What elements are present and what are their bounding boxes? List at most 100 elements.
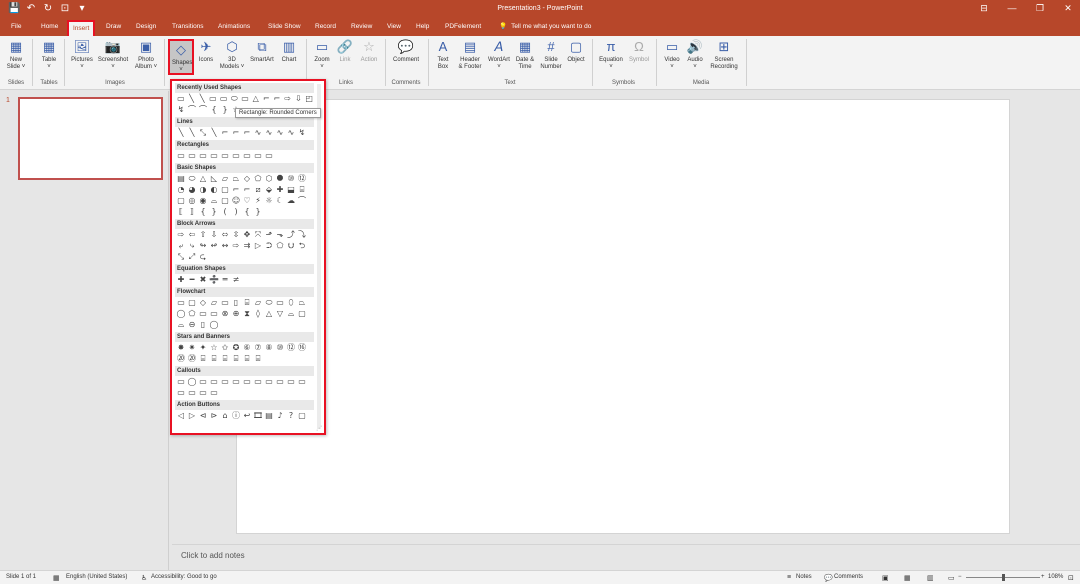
shape-option[interactable]: ◑ [198,185,208,195]
shape-option[interactable]: ⤡ [198,128,208,138]
shape-option[interactable]: ☾ [275,196,285,206]
shape-option[interactable]: ▯ [198,320,208,330]
shape-option[interactable]: ▭ [264,151,274,161]
shape-option[interactable]: ▱ [220,174,230,184]
shape-option[interactable]: ⇉ [242,241,252,251]
shape-option[interactable]: ▭ [220,377,230,387]
shape-option[interactable]: ⌐ [242,128,252,138]
shape-option[interactable]: ⬡ [264,174,274,184]
shape-option[interactable]: ☺ [231,196,241,206]
shape-option[interactable]: ↫ [209,241,219,251]
photo-album-button[interactable]: ▣ Photo Album ˅ [131,39,161,71]
normal-view-icon[interactable]: ▣ [882,574,889,582]
shape-option[interactable]: ⌓ [286,309,296,319]
shape-option[interactable]: ⇧ [198,230,208,240]
shape-option[interactable]: ▷ [187,411,197,421]
shape-option[interactable]: ↯ [297,128,307,138]
fit-to-window-icon[interactable]: ⊡ [1068,574,1074,582]
shape-option[interactable]: ⬄ [220,230,230,240]
shape-option[interactable]: ▭ [209,388,219,398]
shape-option[interactable]: ♪ [275,411,285,421]
shape-option[interactable]: ♡ [242,196,252,206]
shape-option[interactable]: ⌒ [187,105,197,115]
shape-option[interactable]: { [209,105,219,115]
shape-option[interactable]: ⌐ [262,94,272,104]
shape-option[interactable]: ☆ [209,343,219,353]
shape-option[interactable]: ▢ [220,185,230,195]
shape-option[interactable]: { [242,207,252,217]
shape-option[interactable]: ⊳ [209,411,219,421]
shape-option[interactable]: ▢ [187,298,197,308]
shape-option[interactable]: ⑫ [297,174,307,184]
shape-option[interactable]: ⇳ [231,230,241,240]
shape-option[interactable]: ⬠ [253,174,263,184]
shape-option[interactable]: ⌂ [220,411,230,421]
shape-option[interactable]: ▭ [198,309,208,319]
shape-option[interactable]: ➗ [209,275,219,285]
shape-option[interactable]: ╲ [176,128,186,138]
shape-option[interactable]: ⌐ [242,185,252,195]
shape-option[interactable]: ⬠ [187,309,197,319]
shape-option[interactable]: ⇨ [176,230,186,240]
shape-option[interactable]: ⚡ [253,196,263,206]
shape-option[interactable]: ⮎ [198,252,208,262]
shape-option[interactable]: ☼ [264,196,274,206]
shape-option[interactable]: ↯ [176,105,186,115]
shape-option[interactable]: ⤶ [176,241,186,251]
comments-toggle[interactable]: Comments [834,574,863,580]
screen-recording-button[interactable]: ⊞ Screen Recording [707,39,741,71]
tab-file[interactable]: File [11,23,21,30]
shape-option[interactable]: ▭ [297,377,307,387]
shape-option[interactable]: ▭ [220,151,230,161]
zoom-slider-thumb[interactable] [1001,574,1005,581]
shape-option[interactable]: ◯ [209,320,219,330]
shape-option[interactable]: ▢ [297,411,307,421]
shape-option[interactable]: ⊖ [187,320,197,330]
screenshot-button[interactable]: 📷 Screenshot ˅ [97,39,129,71]
shape-option[interactable]: ⊗ [220,309,230,319]
shape-option[interactable]: ▭ [187,151,197,161]
shape-option[interactable]: ⤧ [253,230,263,240]
shape-option[interactable]: ◎ [187,196,197,206]
shape-option[interactable]: ▭ [275,298,285,308]
shape-option[interactable]: ⌐ [231,128,241,138]
shape-option[interactable]: ? [286,411,296,421]
shape-option[interactable]: ◰ [304,94,314,104]
accessibility-status[interactable]: Accessibility: Good to go [151,574,217,580]
shape-option[interactable]: ✪ [231,343,241,353]
shape-option[interactable]: ╲ [209,128,219,138]
shape-option[interactable]: ⇨ [283,94,293,104]
shape-option[interactable]: ⑧ [264,343,274,353]
smartart-button[interactable]: ⧉ SmartArt [248,39,276,64]
pane-splitter[interactable] [168,91,169,570]
shape-option[interactable]: ∿ [275,128,285,138]
shape-option[interactable]: ╲ [187,128,197,138]
text-box-button[interactable]: A Text Box [433,39,453,71]
shape-option[interactable]: ⇦ [187,230,197,240]
date-time-button[interactable]: ▦ Date & Time [513,39,537,71]
tab-design[interactable]: Design [136,23,156,30]
shape-option[interactable]: ◇ [242,174,252,184]
shape-option[interactable]: ↩ [242,411,252,421]
shape-option[interactable]: ▭ [253,151,263,161]
shape-option[interactable]: ▭ [220,298,230,308]
shape-option[interactable]: ▭ [209,309,219,319]
shape-option[interactable]: ↬ [198,241,208,251]
link-button[interactable]: 🔗 Link [335,39,355,64]
shape-option[interactable]: ⤢ [187,252,197,262]
shape-option[interactable]: ⬠ [275,241,285,251]
shape-option[interactable]: ✸ [176,343,186,353]
shape-option[interactable]: ⊲ [198,411,208,421]
shapes-gallery-scrollbar[interactable] [317,84,321,429]
shape-option[interactable]: ▭ [264,377,274,387]
shape-option[interactable]: ◇ [198,298,208,308]
shape-option[interactable]: ⏢ [297,298,307,308]
shape-option[interactable]: ⑳ [176,354,186,364]
shape-option[interactable]: ⯃ [275,174,285,184]
shape-option[interactable]: ▭ [231,151,241,161]
shape-option[interactable]: ⮊ [264,241,274,251]
shape-option[interactable]: ☁ [286,196,296,206]
shape-option[interactable]: ◊ [253,309,263,319]
close-icon[interactable]: ✕ [1062,3,1074,14]
shape-option[interactable]: } [209,207,219,217]
